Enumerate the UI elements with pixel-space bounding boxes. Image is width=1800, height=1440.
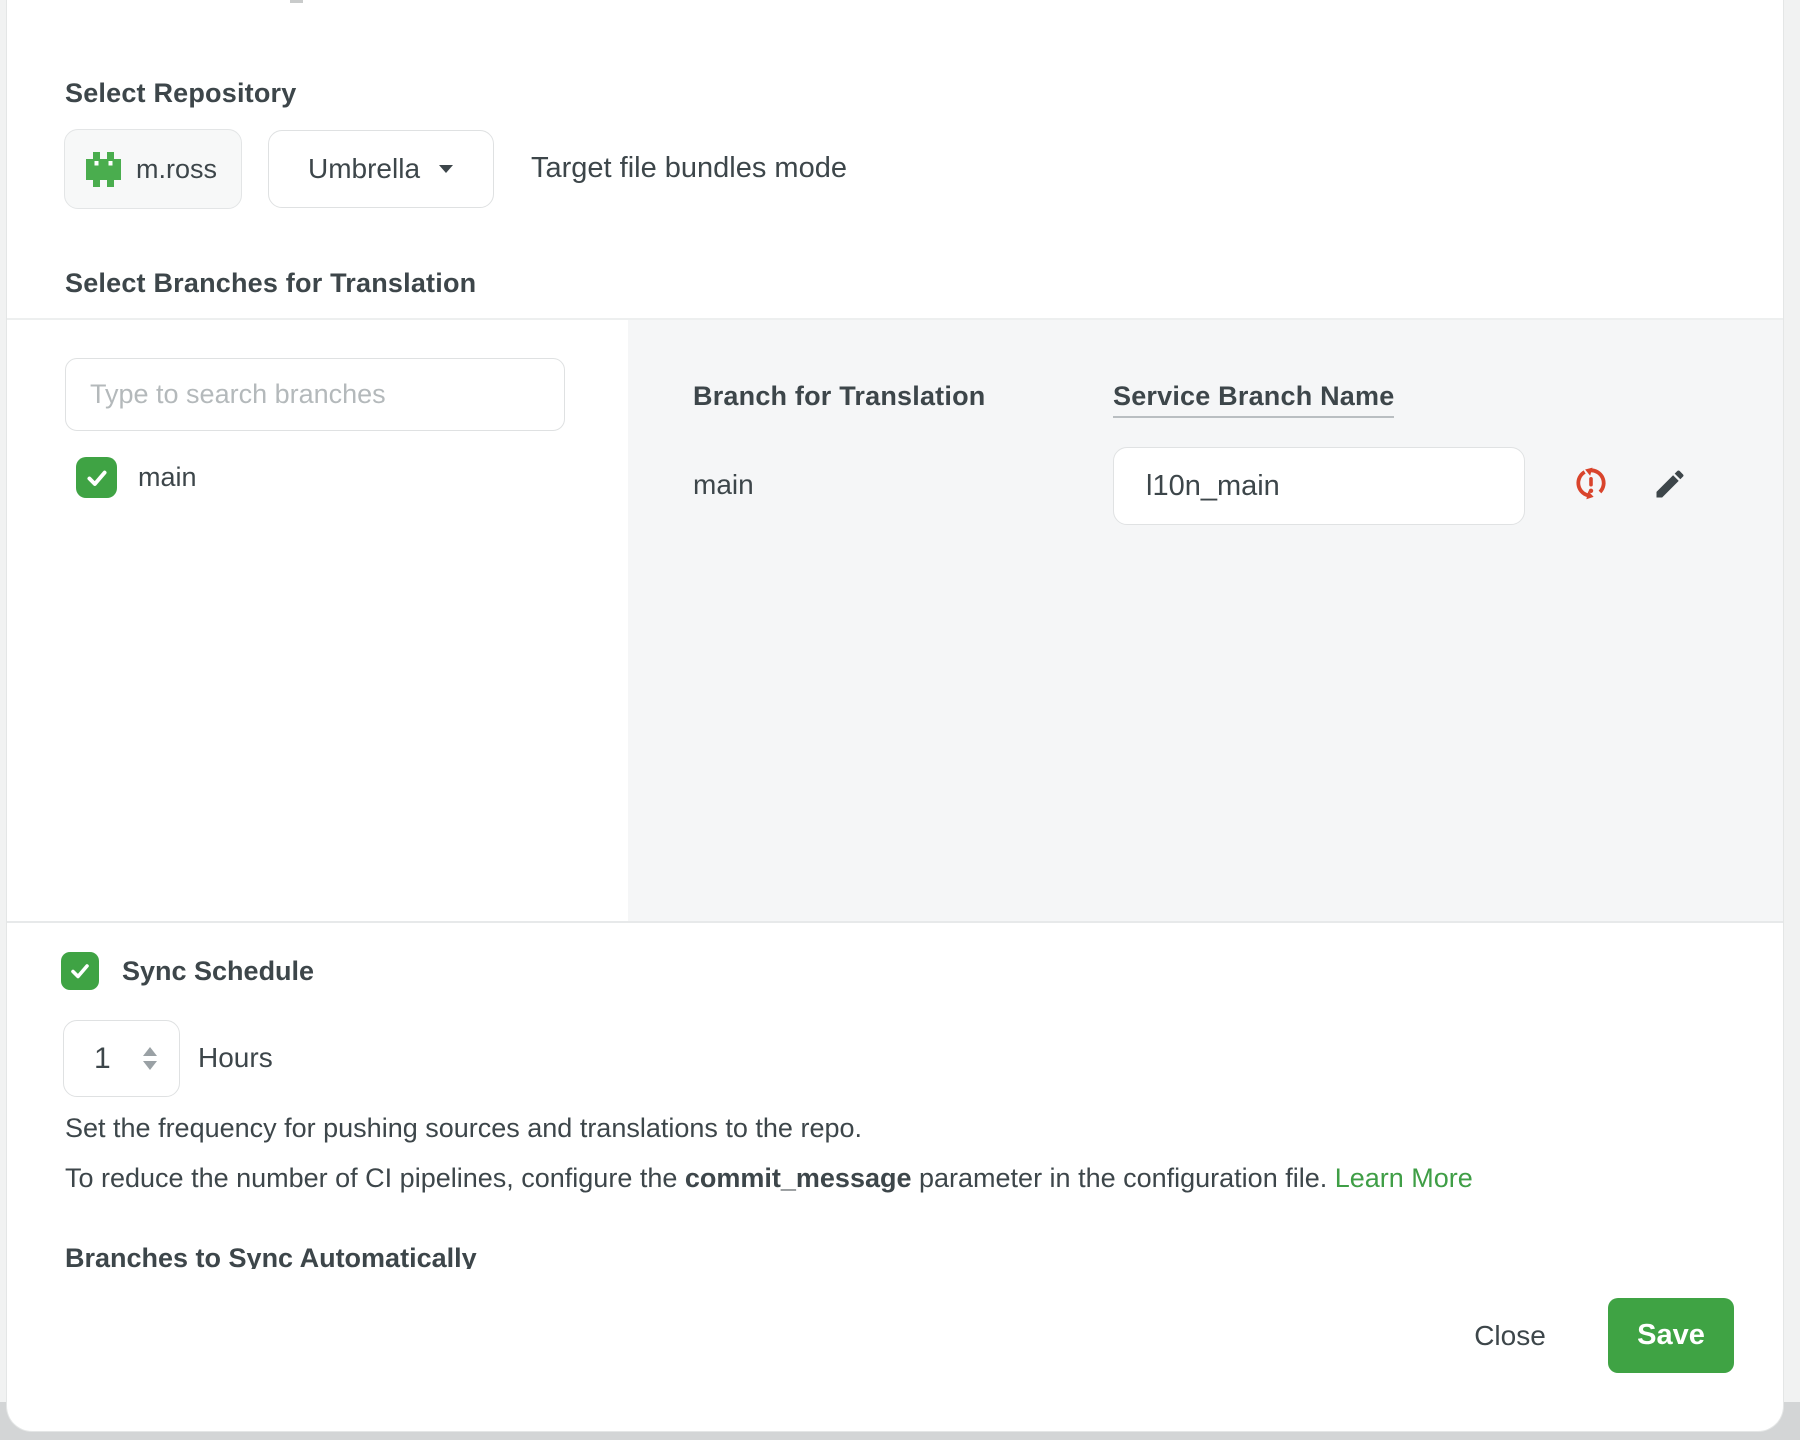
repository-name: m.ross bbox=[136, 154, 217, 185]
interval-value-input[interactable] bbox=[94, 1042, 134, 1076]
column-header-branch: Branch for Translation bbox=[693, 381, 985, 412]
project-dropdown-value: Umbrella bbox=[308, 153, 420, 185]
branches-auto-sync-title-clipped: Branches to Sync Automatically bbox=[65, 1240, 965, 1269]
edit-pencil-icon[interactable] bbox=[1652, 466, 1688, 502]
chevron-down-icon bbox=[438, 164, 454, 174]
stepper-arrows-icon[interactable] bbox=[143, 1047, 157, 1070]
sync-schedule-checkbox-checked[interactable] bbox=[61, 952, 99, 990]
clipped-content-fragment bbox=[290, 0, 303, 3]
branch-search-input[interactable] bbox=[65, 358, 565, 431]
close-button[interactable]: Close bbox=[1455, 1320, 1565, 1352]
select-repository-title: Select Repository bbox=[65, 78, 296, 109]
note-prefix: To reduce the number of CI pipelines, co… bbox=[65, 1163, 685, 1193]
learn-more-link[interactable]: Learn More bbox=[1335, 1163, 1473, 1193]
branch-list-item-label: main bbox=[138, 462, 197, 493]
branch-checkbox-checked[interactable] bbox=[76, 457, 117, 498]
sync-schedule-toggle[interactable]: Sync Schedule bbox=[61, 952, 314, 990]
select-branches-title: Select Branches for Translation bbox=[65, 268, 476, 299]
interval-stepper[interactable] bbox=[63, 1020, 180, 1097]
column-header-service-branch[interactable]: Service Branch Name bbox=[1113, 381, 1394, 418]
section-divider-bottom bbox=[7, 921, 1783, 923]
save-button[interactable]: Save bbox=[1608, 1298, 1734, 1373]
checkmark-icon bbox=[84, 465, 110, 491]
frequency-description: Set the frequency for pushing sources an… bbox=[65, 1114, 862, 1142]
checkmark-icon bbox=[68, 959, 92, 983]
mapped-branch-label: main bbox=[693, 469, 754, 501]
page-backdrop-right bbox=[1784, 0, 1800, 1440]
project-dropdown[interactable]: Umbrella bbox=[268, 130, 494, 208]
note-param: commit_message bbox=[685, 1163, 912, 1193]
service-branch-name-input[interactable] bbox=[1113, 447, 1525, 525]
target-mode-text: Target file bundles mode bbox=[531, 152, 847, 185]
branch-list-item-main[interactable]: main bbox=[76, 457, 197, 498]
branches-auto-sync-title: Branches to Sync Automatically bbox=[65, 1240, 965, 1269]
repository-identicon-icon bbox=[86, 152, 121, 187]
integration-settings-dialog: Select Repository m.ross Umbrella Target… bbox=[0, 0, 1800, 1440]
note-suffix: parameter in the configuration file. bbox=[912, 1163, 1335, 1193]
repository-button[interactable]: m.ross bbox=[64, 129, 242, 209]
sync-error-icon[interactable] bbox=[1572, 464, 1610, 502]
ci-pipelines-note: To reduce the number of CI pipelines, co… bbox=[65, 1164, 1473, 1192]
interval-unit-label: Hours bbox=[198, 1042, 273, 1074]
sync-schedule-label: Sync Schedule bbox=[122, 956, 314, 987]
